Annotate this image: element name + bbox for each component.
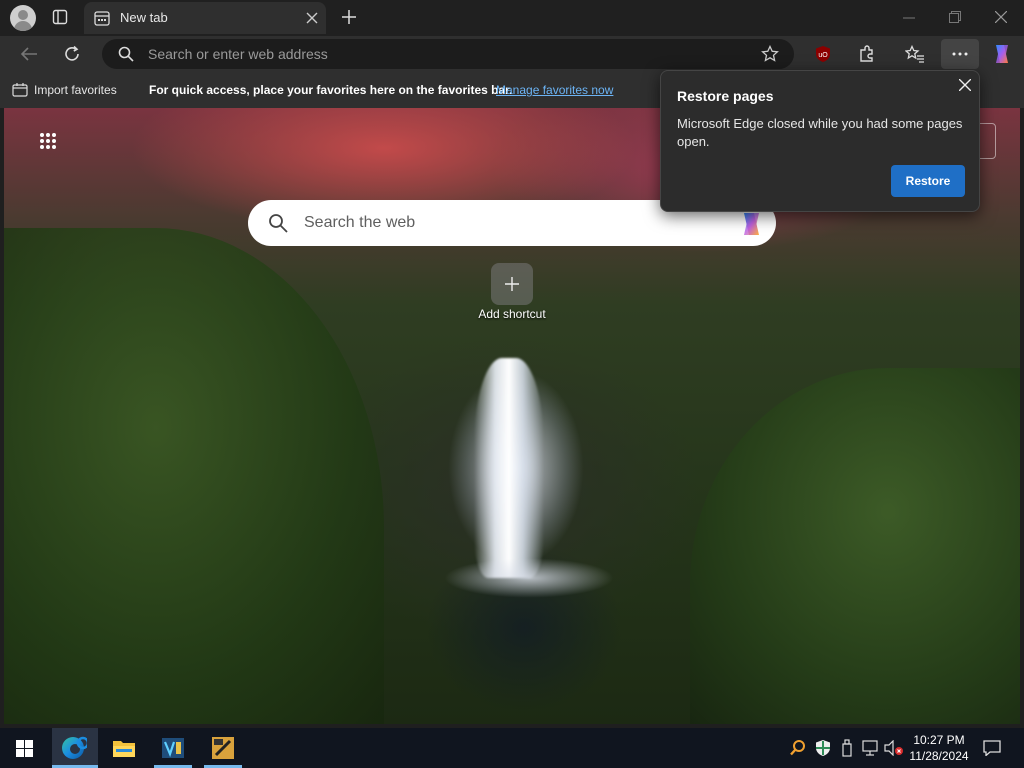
search-icon — [118, 46, 134, 62]
taskbar-edge-button[interactable] — [52, 728, 98, 768]
start-icon[interactable] — [16, 740, 33, 757]
tab-title: New tab — [120, 10, 168, 25]
search-tray-icon[interactable] — [790, 740, 806, 756]
toolbar: Search or enter web address uO — [0, 36, 1024, 72]
popup-message: Microsoft Edge closed while you had some… — [677, 116, 963, 149]
close-tab-icon[interactable] — [306, 12, 318, 24]
restore-button[interactable]: Restore — [891, 165, 965, 197]
network-tray-icon[interactable] — [862, 740, 880, 756]
app-icon-1[interactable] — [154, 736, 192, 768]
new-tab-icon[interactable] — [341, 9, 357, 25]
extensions-icon[interactable] — [858, 45, 876, 63]
favorites-hint: For quick access, place your favorites h… — [149, 83, 513, 97]
back-icon[interactable] — [20, 46, 38, 62]
new-tab-page-icon — [94, 11, 110, 26]
clock-time: 10:27 PM — [913, 733, 965, 747]
clock-date: 11/28/2024 — [909, 749, 969, 763]
close-window-icon[interactable] — [995, 11, 1007, 23]
address-bar[interactable]: Search or enter web address — [102, 39, 794, 69]
import-favorites-icon — [12, 82, 28, 97]
profile-icon[interactable] — [10, 5, 36, 31]
tab-new-tab[interactable]: New tab — [84, 2, 326, 34]
close-popup-icon[interactable] — [959, 79, 971, 91]
copilot-icon[interactable] — [736, 210, 766, 238]
edge-icon — [61, 735, 87, 761]
background-foliage-right — [690, 368, 1020, 724]
address-placeholder: Search or enter web address — [148, 46, 328, 62]
background-foliage-left — [4, 228, 384, 724]
volume-muted-icon[interactable] — [884, 740, 904, 756]
file-explorer-icon[interactable] — [112, 738, 136, 758]
add-shortcut-button[interactable] — [491, 263, 533, 305]
taskbar: 10:27 PM 11/28/2024 — [0, 728, 1024, 768]
refresh-icon[interactable] — [63, 45, 81, 63]
minimize-icon[interactable] — [903, 17, 915, 19]
add-shortcut-label[interactable]: Add shortcut — [458, 307, 566, 321]
workspaces-icon[interactable] — [52, 9, 68, 25]
title-bar: New tab — [0, 0, 1024, 36]
background-waterfall — [474, 358, 544, 578]
background-pool — [444, 558, 614, 598]
favorites-icon[interactable] — [905, 45, 925, 63]
notifications-icon[interactable] — [983, 740, 1001, 756]
ublock-icon[interactable]: uO — [814, 45, 832, 63]
svg-text:uO: uO — [818, 52, 828, 59]
search-icon — [268, 213, 288, 233]
restore-window-icon[interactable] — [949, 11, 961, 23]
search-placeholder: Search the web — [304, 214, 416, 231]
usb-tray-icon[interactable] — [842, 739, 852, 757]
more-options-icon[interactable] — [941, 39, 979, 69]
security-tray-icon[interactable] — [815, 739, 831, 757]
popup-title: Restore pages — [677, 88, 774, 104]
app-launcher-icon[interactable] — [39, 132, 57, 150]
favorite-star-icon[interactable] — [761, 45, 779, 63]
restore-pages-popup: Restore pages Microsoft Edge closed whil… — [660, 70, 980, 212]
taskbar-clock[interactable]: 10:27 PM 11/28/2024 — [906, 732, 972, 764]
import-favorites-button[interactable]: Import favorites — [34, 83, 117, 97]
app-icon-2[interactable] — [204, 735, 242, 768]
copilot-icon[interactable] — [990, 42, 1014, 66]
manage-favorites-link[interactable]: Manage favorites now — [496, 83, 613, 97]
